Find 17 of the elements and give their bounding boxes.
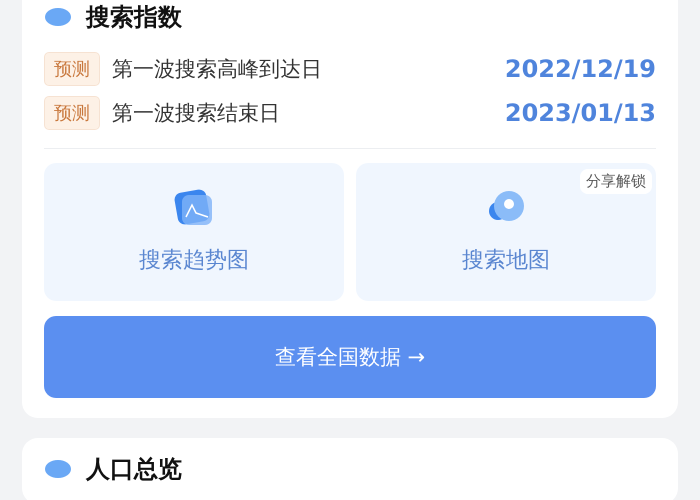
blob-icon (44, 459, 72, 479)
section-title: 搜索指数 (86, 2, 182, 33)
tile-label: 搜索地图 (462, 247, 550, 275)
forecast-tag: 预测 (44, 52, 100, 86)
forecast-label: 第一波搜索高峰到达日 (112, 56, 323, 83)
chart-card-icon (174, 189, 214, 227)
view-national-data-button[interactable]: 查看全国数据 → (44, 316, 656, 398)
tile-label: 搜索趋势图 (139, 247, 249, 275)
feature-tile[interactable]: 搜索地图 分享解锁 (356, 163, 656, 301)
forecast-label: 第一波搜索结束日 (112, 100, 281, 127)
forecast-tag: 预测 (44, 96, 100, 130)
feature-tile[interactable]: 搜索趋势图 (44, 163, 344, 301)
section-title: 人口总览 (86, 454, 182, 485)
forecast-date: 2022/12/19 (504, 55, 656, 83)
forecast-date: 2023/01/13 (504, 99, 656, 127)
unlock-badge: 分享解锁 (580, 169, 652, 194)
blob-icon (44, 7, 72, 27)
